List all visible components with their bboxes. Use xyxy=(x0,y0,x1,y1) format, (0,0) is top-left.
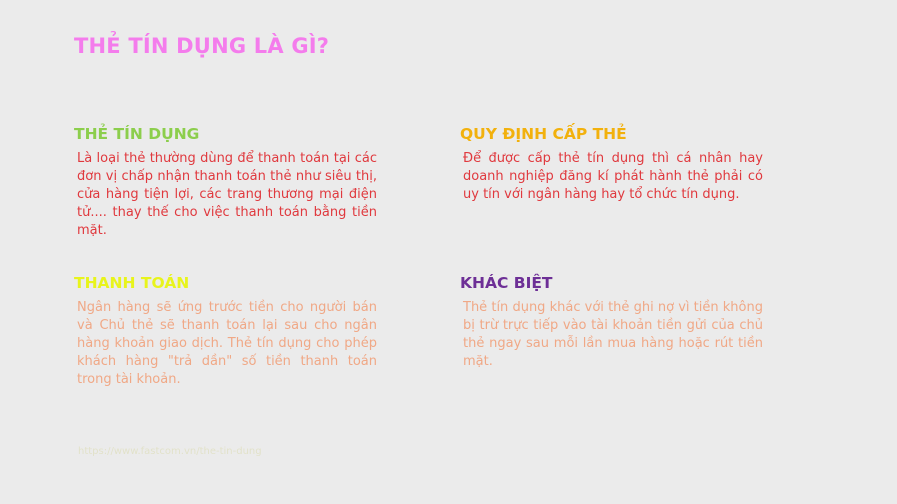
section-payment: THANH TOÁN Ngân hàng sẽ ứng trước tiền c… xyxy=(74,273,377,389)
slide: THẺ TÍN DỤNG LÀ GÌ? THẺ TÍN DỤNG Là loại… xyxy=(0,0,897,504)
section-issuance-rules: QUY ĐỊNH CẤP THẺ Để được cấp thẻ tín dụn… xyxy=(460,124,763,204)
section-credit-card: THẺ TÍN DỤNG Là loại thẻ thường dùng để … xyxy=(74,124,377,240)
section-body: Là loại thẻ thường dùng để thanh toán tạ… xyxy=(77,151,377,238)
footer-link[interactable]: https://www.fastcom.vn/the-tin-dung xyxy=(78,446,262,457)
section-body: Ngân hàng sẽ ứng trước tiền cho người bá… xyxy=(77,300,377,387)
section-difference: KHÁC BIỆT Thẻ tín dụng khác với thẻ ghi … xyxy=(460,273,763,371)
section-body: Thẻ tín dụng khác với thẻ ghi nợ vì tiền… xyxy=(463,300,763,369)
slide-title: THẺ TÍN DỤNG LÀ GÌ? xyxy=(74,34,330,58)
section-heading: KHÁC BIỆT xyxy=(460,274,553,292)
section-heading: THẺ TÍN DỤNG xyxy=(74,125,200,143)
section-heading: THANH TOÁN xyxy=(74,274,190,292)
section-heading: QUY ĐỊNH CẤP THẺ xyxy=(460,125,627,143)
section-body: Để được cấp thẻ tín dụng thì cá nhân hay… xyxy=(463,151,763,202)
